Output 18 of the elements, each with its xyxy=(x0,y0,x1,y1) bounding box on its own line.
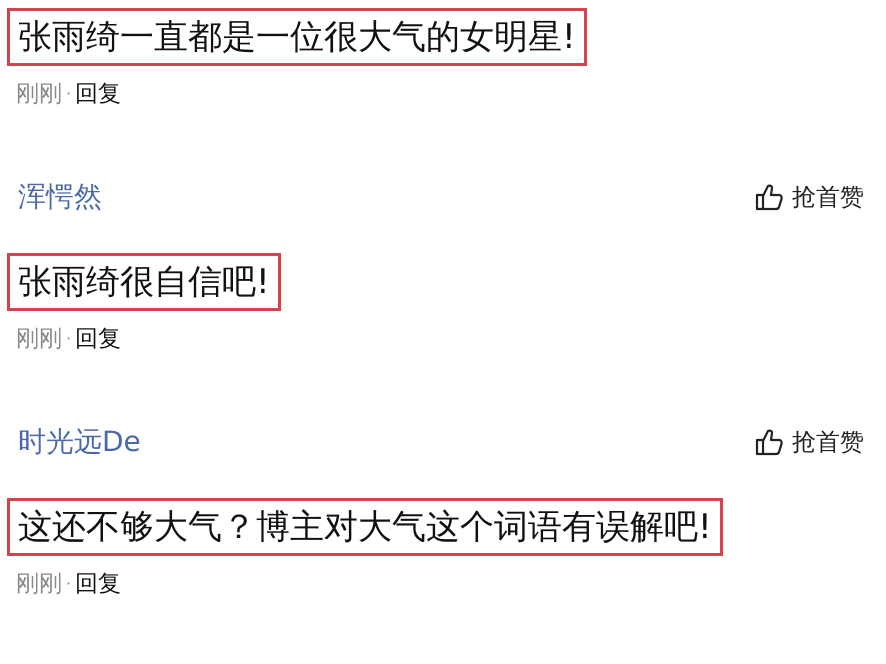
separator-dot: · xyxy=(66,574,72,593)
comment-text: 张雨绮很自信吧! xyxy=(7,253,281,311)
timestamp: 刚刚 xyxy=(16,570,62,599)
like-button[interactable]: 抢首赞 xyxy=(754,426,864,458)
thumbs-up-icon xyxy=(754,427,784,457)
comment-text: 张雨绮一直都是一位很大气的女明星! xyxy=(7,8,587,66)
reply-link[interactable]: 回复 xyxy=(75,323,122,354)
username[interactable]: 浑愕然 xyxy=(18,178,102,216)
separator-dot: · xyxy=(66,329,72,348)
reply-link[interactable]: 回复 xyxy=(75,78,122,109)
separator-dot: · xyxy=(66,84,72,103)
like-button[interactable]: 抢首赞 xyxy=(754,181,864,213)
username[interactable]: 时光远De xyxy=(18,423,141,461)
timestamp: 刚刚 xyxy=(16,325,62,354)
timestamp: 刚刚 xyxy=(16,80,62,109)
reply-link[interactable]: 回复 xyxy=(75,568,122,599)
thumbs-up-icon xyxy=(754,182,784,212)
comment-text: 这还不够大气？博主对大气这个词语有误解吧! xyxy=(7,498,723,556)
